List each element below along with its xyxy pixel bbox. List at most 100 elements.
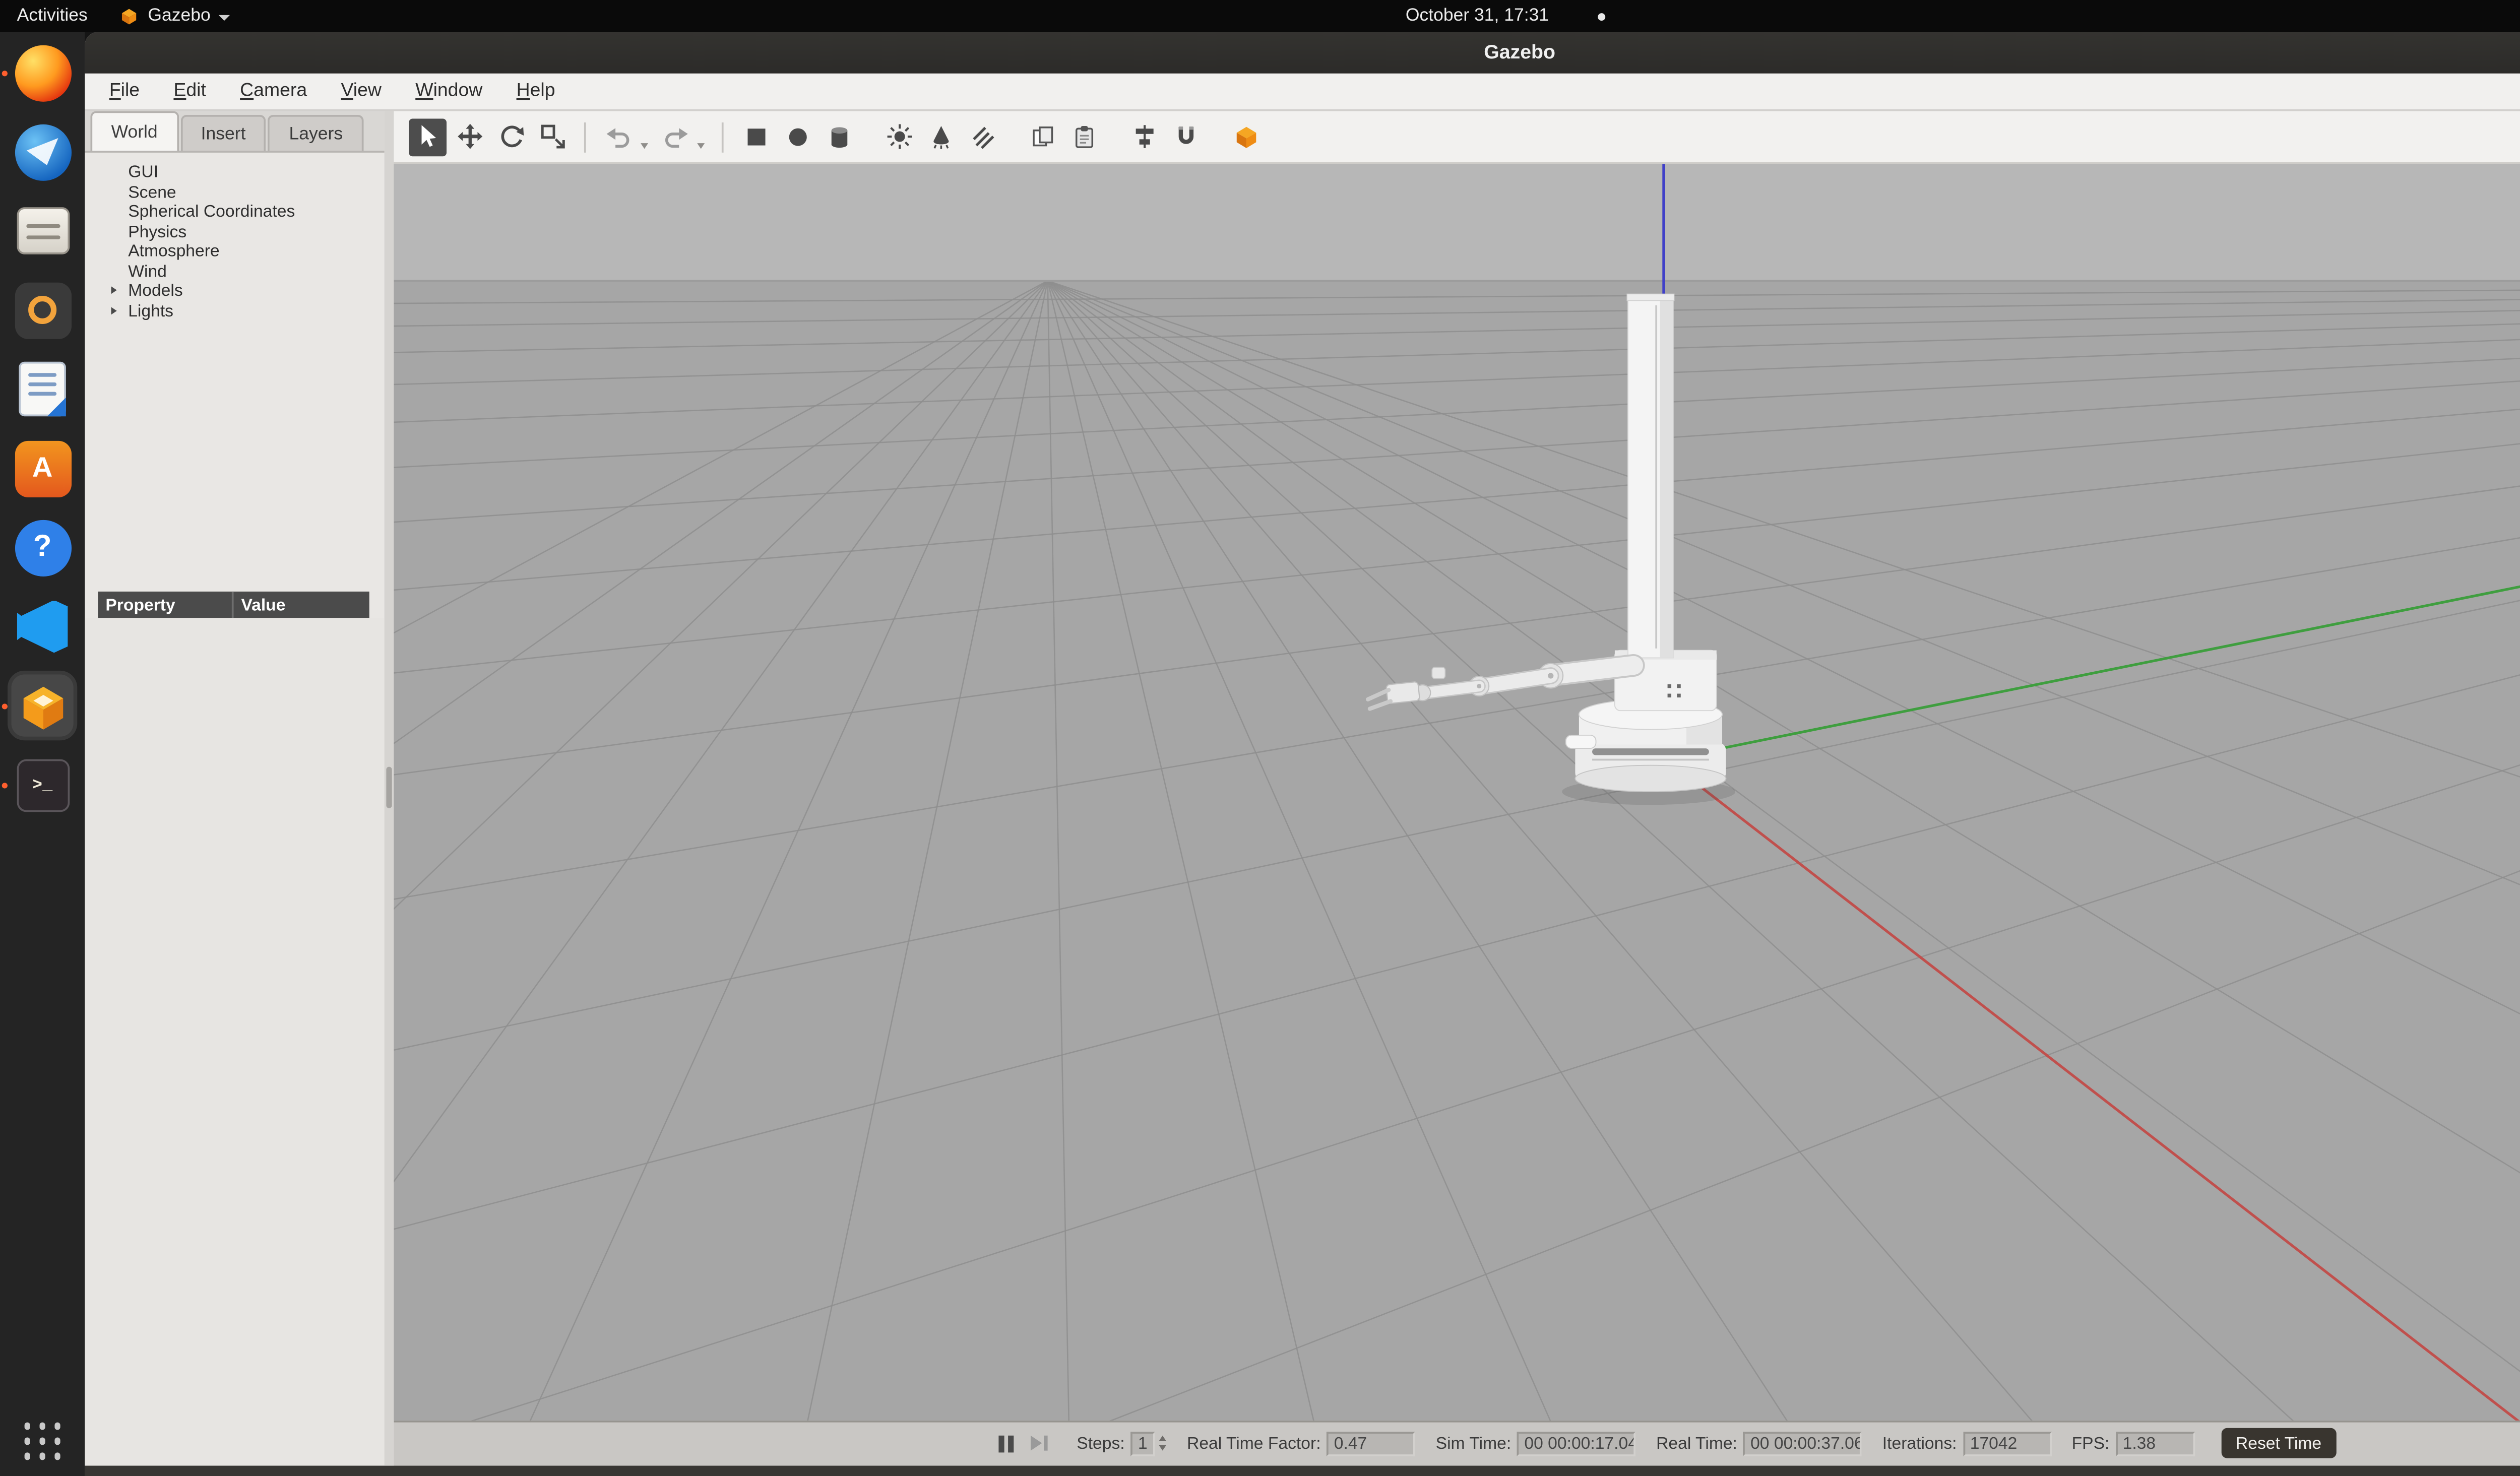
tree-item-wind[interactable]: Wind xyxy=(85,261,384,281)
directional-light-icon xyxy=(968,122,996,151)
dock-item-thunderbird[interactable] xyxy=(11,120,73,182)
menu-view[interactable]: View xyxy=(324,74,399,109)
vscode-icon xyxy=(16,600,69,653)
panel-tabs: World Insert Layers xyxy=(85,111,384,153)
select-tool-button[interactable] xyxy=(409,118,447,156)
render-viewport[interactable] xyxy=(394,164,2520,1420)
render-canvas[interactable] xyxy=(394,164,2520,1420)
ubuntu-software-icon: A xyxy=(14,440,71,496)
rotate-icon xyxy=(496,122,525,151)
menu-camera[interactable]: Camera xyxy=(223,74,324,109)
tree-item-gui[interactable]: GUI xyxy=(85,162,384,182)
point-light-button[interactable] xyxy=(880,118,918,156)
paste-button[interactable] xyxy=(1064,118,1102,156)
sky xyxy=(394,164,2520,281)
libreoffice-writer-icon xyxy=(19,362,66,416)
render-toolbar xyxy=(394,111,2520,164)
expand-arrow-icon[interactable] xyxy=(111,287,129,294)
chevron-down-icon xyxy=(218,14,229,20)
undo-history-caret-icon[interactable] xyxy=(641,142,648,148)
insert-cylinder-button[interactable] xyxy=(820,118,857,156)
tree-item-scene[interactable]: Scene xyxy=(85,182,384,202)
tree-item-atmosphere[interactable]: Atmosphere xyxy=(85,241,384,261)
align-button[interactable] xyxy=(1125,118,1163,156)
sim-time-label: Sim Time: xyxy=(1436,1434,1511,1452)
dock-item-media-app[interactable] xyxy=(11,279,73,341)
property-column-header: Property xyxy=(98,592,233,618)
redo-button[interactable] xyxy=(656,118,694,156)
scale-tool-button[interactable] xyxy=(533,118,571,156)
property-table-body xyxy=(85,618,384,1464)
menu-help[interactable]: Help xyxy=(499,74,572,109)
dock-item-files[interactable] xyxy=(11,200,73,262)
dock-item-help[interactable]: ? xyxy=(11,516,73,578)
view-angle-button[interactable] xyxy=(1227,118,1265,156)
copy-button[interactable] xyxy=(1023,118,1061,156)
value-column-header: Value xyxy=(234,592,286,618)
expand-arrow-icon[interactable] xyxy=(111,306,129,314)
dock-item-libreoffice-writer[interactable] xyxy=(11,358,73,420)
splitter-handle-icon[interactable] xyxy=(386,767,392,809)
desktop: Activities Gazebo October 31, 17:31 A ? xyxy=(0,0,2520,1476)
paste-icon xyxy=(1069,122,1098,151)
tree-item-models[interactable]: Models xyxy=(85,281,384,300)
dock-item-ubuntu-software[interactable]: A xyxy=(11,437,73,499)
steps-label: Steps: xyxy=(1077,1434,1124,1452)
dock-item-terminal[interactable]: >_ xyxy=(11,753,73,815)
align-icon xyxy=(1129,122,1158,151)
rotate-tool-button[interactable] xyxy=(492,118,530,156)
app-menu-button[interactable]: Gazebo xyxy=(104,0,244,32)
translate-icon xyxy=(455,122,483,151)
tab-layers[interactable]: Layers xyxy=(268,115,363,151)
dock-item-vscode[interactable] xyxy=(11,595,73,657)
redo-history-caret-icon[interactable] xyxy=(697,142,705,148)
view-angle-cube-icon xyxy=(1231,122,1259,151)
media-app-icon xyxy=(14,282,71,338)
activities-button[interactable]: Activities xyxy=(0,0,104,32)
property-table-header: Property Value xyxy=(98,592,369,618)
tab-insert[interactable]: Insert xyxy=(180,115,267,151)
gazebo-icon xyxy=(16,679,69,732)
iterations-value: 17042 xyxy=(1963,1431,2051,1455)
snap-button[interactable] xyxy=(1166,118,1204,156)
fps-value: 1.38 xyxy=(2115,1431,2194,1455)
undo-button[interactable] xyxy=(599,118,637,156)
menubar: File Edit Camera View Window Help xyxy=(85,74,2520,111)
snap-magnet-icon xyxy=(1171,122,1199,151)
insert-sphere-button[interactable] xyxy=(778,118,816,156)
menu-edit[interactable]: Edit xyxy=(157,74,223,109)
tree-item-physics[interactable]: Physics xyxy=(85,221,384,241)
gazebo-window: Gazebo – ✕ File Edit Camera View Window … xyxy=(85,32,2520,1476)
world-tree: GUI Scene Spherical Coordinates Physics … xyxy=(85,153,384,592)
sphere-icon xyxy=(783,122,811,151)
tab-world[interactable]: World xyxy=(90,111,178,151)
tree-item-lights[interactable]: Lights xyxy=(85,300,384,320)
left-panel: World Insert Layers GUI Scene Spherical … xyxy=(85,111,384,1465)
undo-icon xyxy=(604,122,632,151)
spot-light-button[interactable] xyxy=(921,118,959,156)
show-applications-button[interactable] xyxy=(24,1423,61,1459)
iterations-label: Iterations: xyxy=(1882,1434,1957,1452)
gazebo-logo-icon xyxy=(119,6,140,26)
steps-spinbox[interactable]: 1 xyxy=(1130,1431,1155,1455)
dock-item-gazebo[interactable] xyxy=(11,674,73,736)
thunderbird-icon xyxy=(14,123,71,180)
insert-box-button[interactable] xyxy=(737,118,775,156)
step-button[interactable] xyxy=(1032,1436,1049,1451)
translate-tool-button[interactable] xyxy=(451,118,488,156)
pause-button[interactable] xyxy=(998,1435,1015,1452)
clock[interactable]: October 31, 17:31 xyxy=(1406,6,1549,26)
dock-item-firefox[interactable] xyxy=(11,41,73,103)
view-area: Steps: 1 Real Time Factor: 0.47 Sim Time… xyxy=(394,111,2520,1465)
tree-item-spherical-coordinates[interactable]: Spherical Coordinates xyxy=(85,202,384,221)
steps-spin-arrows-icon[interactable] xyxy=(1159,1436,1166,1450)
menu-file[interactable]: File xyxy=(92,74,157,109)
panel-splitter[interactable] xyxy=(385,111,394,1465)
fps-label: FPS: xyxy=(2072,1434,2110,1452)
reset-time-button[interactable]: Reset Time xyxy=(2221,1428,2337,1458)
real-time-factor-label: Real Time Factor: xyxy=(1187,1434,1321,1452)
box-icon xyxy=(741,122,770,151)
menu-window[interactable]: Window xyxy=(399,74,499,109)
window-titlebar[interactable]: Gazebo – ✕ xyxy=(85,32,2520,74)
directional-light-button[interactable] xyxy=(963,118,1000,156)
